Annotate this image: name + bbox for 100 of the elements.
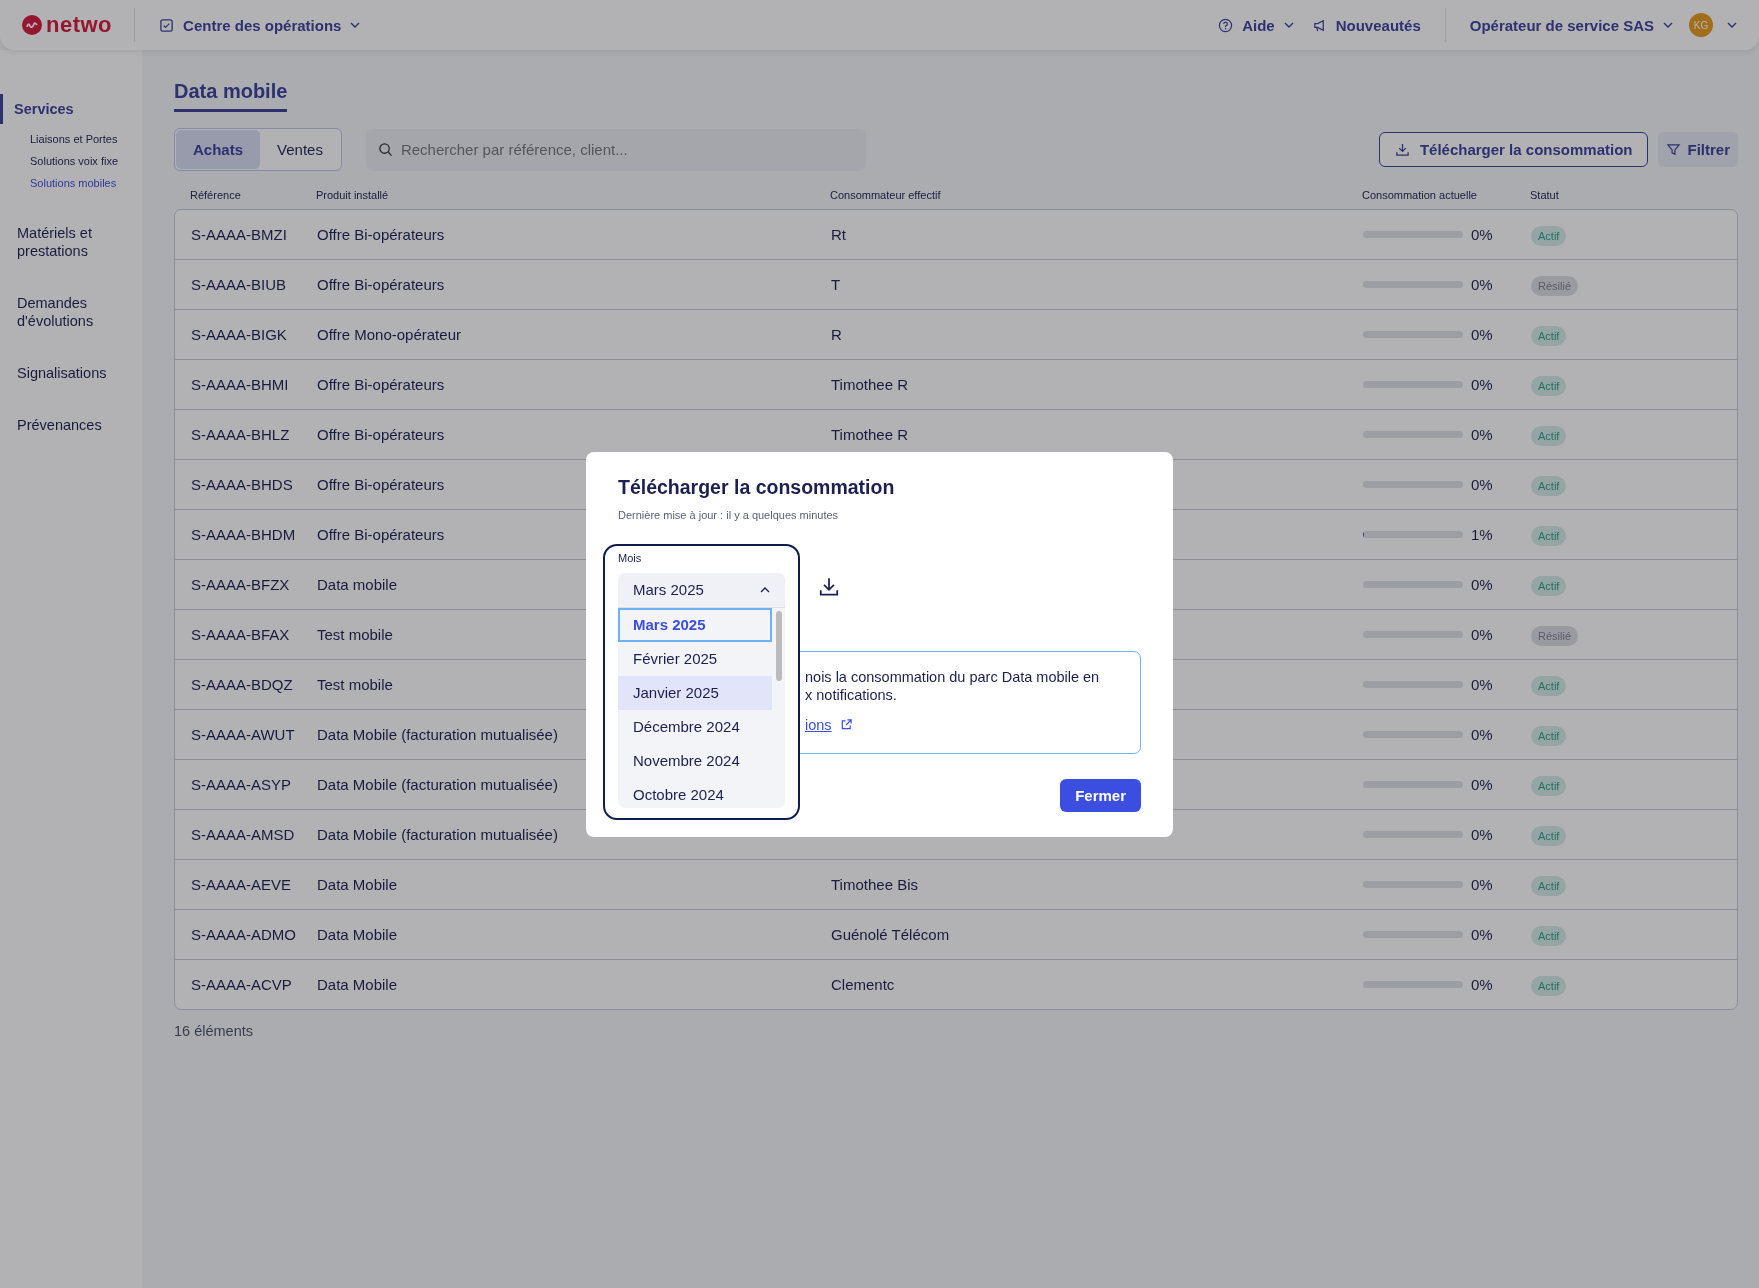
table-cell: Data mobile xyxy=(317,576,398,593)
scrollbar[interactable] xyxy=(776,610,782,681)
status-badge: Actif xyxy=(1531,226,1567,246)
month-option[interactable]: Janvier 2025 xyxy=(618,675,772,710)
sidebar-subitem[interactable]: Liaisons et Portes xyxy=(30,133,118,146)
status-badge: Actif xyxy=(1531,426,1567,446)
sidebar-item[interactable]: Matériels et prestations xyxy=(0,224,142,260)
search-field[interactable]: Rechercher par référence, client... xyxy=(365,128,866,171)
table-cell: Timothee R xyxy=(831,426,908,443)
status-badge: Résilié xyxy=(1531,626,1578,646)
usage-reading: 0% xyxy=(1471,726,1493,743)
table-cell: Offre Bi-opérateurs xyxy=(317,276,445,293)
chevron-down-icon[interactable] xyxy=(1727,22,1737,28)
table-cell: Rt xyxy=(831,226,846,243)
external-link-icon xyxy=(839,718,853,731)
status-badge: Actif xyxy=(1531,976,1567,996)
download-consumption-button[interactable]: Télécharger la consommation xyxy=(1378,132,1649,167)
usage-reading: 0% xyxy=(1471,926,1493,943)
column-header: Consommation actuelle xyxy=(1362,189,1478,201)
account-menu[interactable]: Opérateur de service SAS xyxy=(1467,12,1675,38)
usage-reading: 0% xyxy=(1471,626,1493,643)
table-cell: Offre Bi-opérateurs xyxy=(317,526,445,543)
status-badge: Actif xyxy=(1531,776,1567,796)
table-cell: S-AAAA-BHDM xyxy=(191,526,296,543)
close-button[interactable]: Fermer xyxy=(1060,778,1141,812)
sidebar-item[interactable]: Prévenances xyxy=(0,416,112,434)
status-badge: Résilié xyxy=(1531,276,1578,296)
table-cell: Guénolé Télécom xyxy=(831,926,950,943)
status-badge: Actif xyxy=(1531,876,1567,896)
table-cell: S-AAAA-AEVE xyxy=(191,876,292,893)
status-badge: Actif xyxy=(1531,526,1567,546)
notifications-link[interactable]: ions xyxy=(805,715,832,734)
column-header: Statut xyxy=(1530,189,1560,201)
table-cell: Data Mobile xyxy=(317,926,398,943)
table-cell: Data Mobile (facturation mutualisée) xyxy=(317,826,558,843)
field-label: Mois xyxy=(618,551,643,564)
status-badge: Actif xyxy=(1531,476,1567,496)
table-cell: Offre Mono-opérateur xyxy=(317,326,461,343)
filter-icon xyxy=(1666,142,1682,157)
chevron-down-icon xyxy=(1283,22,1294,28)
operations-menu[interactable]: Centre des opérations xyxy=(157,12,363,38)
chevron-icon xyxy=(760,586,770,593)
sidebar-item[interactable]: Services xyxy=(0,94,84,124)
logo[interactable]: netwo xyxy=(22,12,113,38)
segment-tab[interactable]: Ventes xyxy=(260,130,340,169)
usage-reading: 0% xyxy=(1471,426,1493,443)
item-count: 16 éléments xyxy=(174,1023,254,1039)
filter-button[interactable]: Filtrer xyxy=(1658,132,1738,167)
chevron-down-icon xyxy=(1663,22,1673,28)
table-cell: Clementc xyxy=(831,976,895,993)
checklist-icon xyxy=(159,17,175,33)
usage-reading: 0% xyxy=(1471,876,1493,893)
table-cell: S-AAAA-BMZI xyxy=(191,226,287,243)
status-badge: Actif xyxy=(1531,576,1567,596)
usage-reading: 0% xyxy=(1471,226,1493,243)
sidebar-subitem[interactable]: Solutions mobiles xyxy=(30,177,117,190)
help-menu[interactable]: Aide xyxy=(1216,12,1296,38)
table-cell: Timothee R xyxy=(831,376,908,393)
table-cell: T xyxy=(831,276,841,293)
help-icon xyxy=(1218,17,1234,33)
month-option[interactable]: Novembre 2024 xyxy=(618,743,772,778)
info-text: nois la consommation du parc Data mobile en xyxy=(805,667,1100,686)
table-cell: S-AAAA-BIUB xyxy=(191,276,287,293)
sidebar-item[interactable]: Signalisations xyxy=(0,364,117,382)
dialog-subtitle: Dernière mise à jour : il y a quelques minutes xyxy=(618,508,840,521)
table-cell: Test mobile xyxy=(317,626,393,643)
table-cell: S-AAAA-BFZX xyxy=(191,576,290,593)
news-button[interactable]: Nouveautés xyxy=(1309,12,1423,38)
usage-reading: 0% xyxy=(1471,276,1493,293)
month-select[interactable]: Mars 2025 xyxy=(618,572,785,608)
segment-tab[interactable]: Achats xyxy=(176,130,261,169)
month-option[interactable]: Mars 2025 xyxy=(618,607,772,642)
download-icon[interactable] xyxy=(818,575,840,598)
sidebar-subitem[interactable]: Solutions voix fixe xyxy=(30,155,119,168)
usage-reading: 0% xyxy=(1471,826,1493,843)
table-cell: S-AAAA-ADMO xyxy=(191,926,296,943)
column-header: Référence xyxy=(190,189,242,201)
month-option[interactable]: Février 2025 xyxy=(618,641,772,676)
logo-text: netwo xyxy=(46,12,113,38)
table-cell: S-AAAA-AMSD xyxy=(191,826,295,843)
page-title[interactable]: Data mobile xyxy=(174,80,288,112)
table-cell: S-AAAA-BHLZ xyxy=(191,426,290,443)
table-cell: S-AAAA-AWUT xyxy=(191,726,295,743)
month-option[interactable]: Décembre 2024 xyxy=(618,709,772,744)
sidebar-item[interactable]: Demandes d'évolutions xyxy=(0,294,142,330)
table-cell: Test mobile xyxy=(317,676,393,693)
usage-reading: 1% xyxy=(1471,526,1493,543)
status-badge: Actif xyxy=(1531,676,1567,696)
table-cell: Data Mobile xyxy=(317,876,398,893)
table-cell: Offre Bi-opérateurs xyxy=(317,376,445,393)
logo-icon xyxy=(22,15,42,35)
month-option[interactable]: Octobre 2024 xyxy=(618,777,772,808)
table-cell: R xyxy=(831,326,842,343)
table-cell: S-AAAA-ASYP xyxy=(191,776,292,793)
table-cell: Data Mobile (facturation mutualisée) xyxy=(317,776,558,793)
table-cell: S-AAAA-ACVP xyxy=(191,976,292,993)
dialog-title: Télécharger la consommation xyxy=(618,475,896,499)
table-cell: Offre Bi-opérateurs xyxy=(317,426,445,443)
status-badge: Actif xyxy=(1531,726,1567,746)
usage-reading: 0% xyxy=(1471,376,1493,393)
